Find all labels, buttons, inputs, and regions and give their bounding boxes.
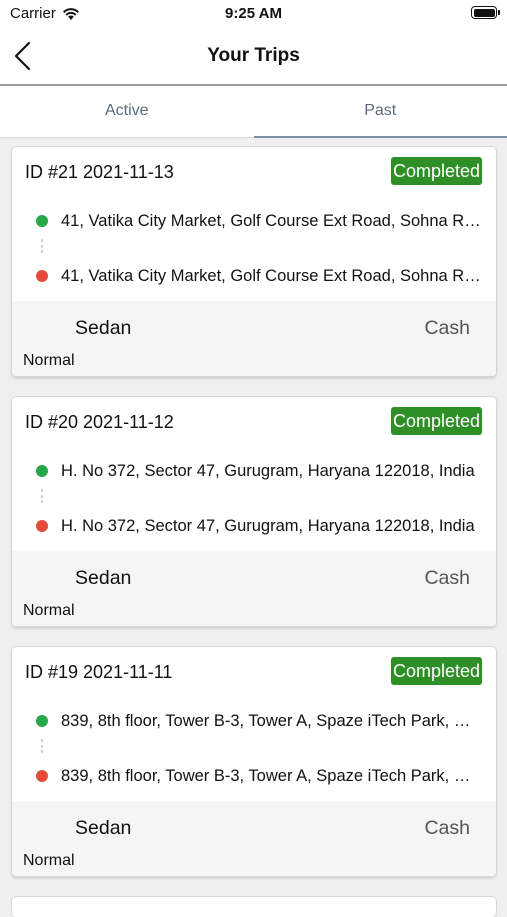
drop-address: H. No 372, Sector 47, Gurugram, Haryana … bbox=[61, 515, 482, 537]
route-connector-icon bbox=[41, 489, 43, 507]
route-connector-icon bbox=[41, 239, 43, 257]
page-title: Your Trips bbox=[0, 45, 507, 67]
tab-past[interactable]: Past bbox=[254, 86, 507, 137]
drop-dot-icon bbox=[36, 270, 48, 282]
status-time: 9:25 AM bbox=[0, 5, 507, 22]
pickup-location: 41, Vatika City Market, Golf Course Ext … bbox=[36, 210, 482, 232]
trip-title: ID #21 2021-11-13 bbox=[25, 162, 174, 183]
battery-icon bbox=[471, 6, 497, 19]
trip-card[interactable]: ID #20 2021-11-12 Completed H. No 372, S… bbox=[12, 397, 496, 626]
status-badge: Completed bbox=[391, 407, 482, 435]
vehicle-type: Sedan bbox=[75, 317, 131, 340]
pickup-location: H. No 372, Sector 47, Gurugram, Haryana … bbox=[36, 460, 482, 482]
pickup-address: H. No 372, Sector 47, Gurugram, Haryana … bbox=[61, 460, 482, 482]
drop-dot-icon bbox=[36, 520, 48, 532]
payment-method: Cash bbox=[424, 317, 470, 340]
drop-location: 839, 8th floor, Tower B-3, Tower A, Spaz… bbox=[36, 765, 482, 787]
payment-method: Cash bbox=[424, 567, 470, 590]
drop-location: H. No 372, Sector 47, Gurugram, Haryana … bbox=[36, 515, 482, 537]
trip-footer: Sedan Cash Normal bbox=[12, 801, 496, 876]
status-badge: Completed bbox=[391, 657, 482, 685]
drop-location: 41, Vatika City Market, Golf Course Ext … bbox=[36, 265, 482, 287]
pickup-dot-icon bbox=[36, 215, 48, 227]
vehicle-type: Sedan bbox=[75, 567, 131, 590]
status-bar: Carrier 9:25 AM bbox=[0, 0, 507, 28]
pickup-dot-icon bbox=[36, 715, 48, 727]
trip-footer: Sedan Cash Normal bbox=[12, 301, 496, 376]
tab-active[interactable]: Active bbox=[0, 86, 254, 137]
route-connector-icon bbox=[41, 739, 43, 757]
trip-card[interactable]: ID #19 2021-11-11 Completed 839, 8th flo… bbox=[12, 647, 496, 876]
pickup-address: 41, Vatika City Market, Golf Course Ext … bbox=[61, 210, 482, 232]
trip-type: Normal bbox=[23, 602, 75, 620]
pickup-address: 839, 8th floor, Tower B-3, Tower A, Spaz… bbox=[61, 710, 482, 732]
drop-address: 41, Vatika City Market, Golf Course Ext … bbox=[61, 265, 482, 287]
trip-card-partial[interactable] bbox=[12, 897, 496, 917]
pickup-dot-icon bbox=[36, 465, 48, 477]
drop-address: 839, 8th floor, Tower B-3, Tower A, Spaz… bbox=[61, 765, 482, 787]
trip-tabs: Active Past bbox=[0, 86, 507, 138]
trip-type: Normal bbox=[23, 352, 75, 370]
trip-list: ID #21 2021-11-13 Completed 41, Vatika C… bbox=[12, 147, 496, 917]
nav-bar: Your Trips bbox=[0, 28, 507, 86]
pickup-location: 839, 8th floor, Tower B-3, Tower A, Spaz… bbox=[36, 710, 482, 732]
trip-type: Normal bbox=[23, 852, 75, 870]
drop-dot-icon bbox=[36, 770, 48, 782]
trip-footer: Sedan Cash Normal bbox=[12, 551, 496, 626]
payment-method: Cash bbox=[424, 817, 470, 840]
trip-title: ID #20 2021-11-12 bbox=[25, 412, 174, 433]
vehicle-type: Sedan bbox=[75, 817, 131, 840]
status-badge: Completed bbox=[391, 157, 482, 185]
trip-title: ID #19 2021-11-11 bbox=[25, 662, 172, 683]
trip-card[interactable]: ID #21 2021-11-13 Completed 41, Vatika C… bbox=[12, 147, 496, 376]
